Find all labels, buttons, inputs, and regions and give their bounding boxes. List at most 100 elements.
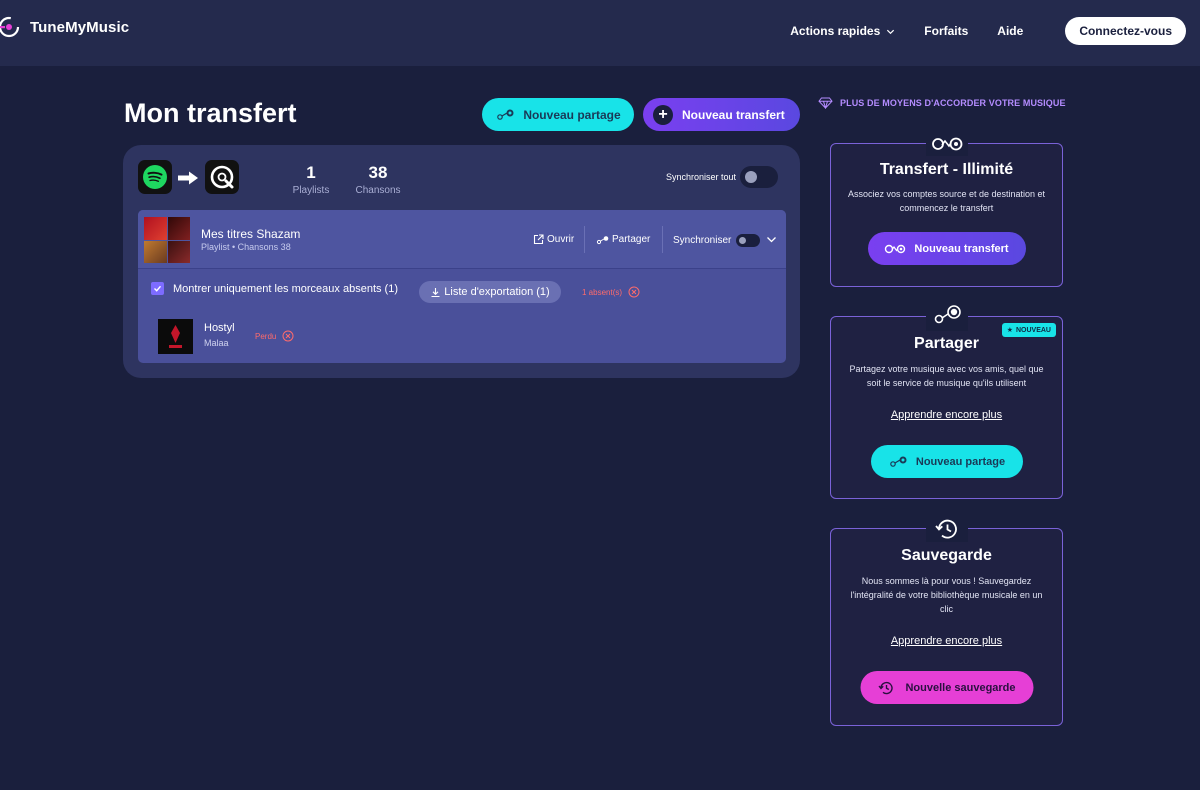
external-link-icon: [533, 234, 544, 245]
close-circle-icon[interactable]: [628, 286, 640, 298]
filter-checkbox[interactable]: [151, 282, 164, 295]
cover-tile: [144, 240, 167, 263]
playlist-cover: [144, 217, 190, 263]
new-share-button[interactable]: Nouveau partage: [482, 98, 634, 131]
track-status: Perdu: [255, 330, 294, 342]
history-icon: [934, 519, 957, 539]
card-description: Partagez votre musique avec vos amis, qu…: [849, 364, 1044, 388]
filter-label: Montrer uniquement les morceaux absents …: [173, 282, 398, 295]
star-icon: ★: [1006, 327, 1013, 334]
spotify-icon: [143, 165, 167, 189]
backup-card: Sauvegarde Nous sommes là pour vous ! Sa…: [830, 516, 1063, 726]
card-title: Sauvegarde: [901, 547, 992, 564]
missing-label: 1 absent(s): [582, 287, 623, 297]
cover-tile: [144, 217, 167, 240]
cover-tile: [167, 240, 190, 263]
sync-all: Synchroniser tout: [666, 166, 779, 188]
more-ways-link[interactable]: PLUS DE MOYENS D'ACCORDER VOTRE MUSIQUE: [818, 97, 1066, 109]
tunemymusic-logo-icon: [0, 16, 20, 38]
share-link-icon: [890, 456, 907, 467]
playlist-sync-toggle[interactable]: [736, 234, 761, 247]
spotify-service: [138, 160, 172, 194]
divider: [662, 226, 663, 253]
songs-label: Chansons: [355, 185, 401, 196]
new-badge-label: NOUVEAU: [1015, 326, 1051, 334]
nav-quick-actions-label: Actions rapides: [790, 24, 881, 38]
export-list-label: Liste d'exportation (1): [444, 286, 550, 298]
export-list-button[interactable]: Liste d'exportation (1): [419, 281, 561, 303]
toggle-knob: [739, 237, 747, 244]
brand-name: TuneMyMusic: [30, 18, 130, 36]
diamond-icon: [818, 97, 833, 109]
playlist-share-label: Partager: [612, 234, 651, 245]
nav-quick-actions[interactable]: Actions rapides: [790, 24, 895, 38]
new-transfer-button[interactable]: + Nouveau transfert: [643, 98, 800, 131]
card-new-backup-label: Nouvelle sauvegarde: [905, 681, 1016, 694]
card-new-transfer-label: Nouveau transfert: [914, 242, 1009, 255]
card-title: Transfert - Illimité: [879, 161, 1014, 178]
playlist-name: Mes titres Shazam: [201, 227, 301, 241]
card-icon-wrap: [925, 132, 968, 156]
playlists-stat: 1 Playlists: [286, 163, 336, 196]
missing-count: 1 absent(s): [582, 286, 640, 298]
sync-all-toggle[interactable]: [740, 166, 779, 188]
card-description: Nous sommes là pour vous ! Sauvegardez l…: [850, 576, 1043, 614]
playlist-sync-label: Synchroniser: [673, 235, 732, 246]
history-icon: [878, 681, 893, 694]
check-icon: [154, 285, 162, 292]
transfer-unlimited-card: Transfert - Illimité Associez vos compte…: [830, 132, 1063, 287]
share-link-icon: [934, 305, 961, 324]
sync-all-label: Synchroniser tout: [666, 172, 737, 182]
top-navigation: TuneMyMusic Actions rapides Forfaits Aid…: [0, 0, 1200, 66]
card-icon-wrap: [925, 516, 968, 542]
divider: [584, 226, 585, 253]
learn-more-link[interactable]: Apprendre encore plus: [831, 409, 1062, 421]
track-title: Hostyl: [204, 322, 235, 334]
nav-links: Actions rapides Forfaits Aide Connectez-…: [790, 17, 1186, 45]
playlist-meta: Playlist • Chansons 38: [201, 242, 291, 252]
card-new-share-button[interactable]: Nouveau partage: [870, 445, 1023, 478]
learn-more-link[interactable]: Apprendre encore plus: [831, 635, 1062, 647]
track-cover: [158, 319, 193, 354]
nav-help[interactable]: Aide: [997, 24, 1023, 38]
share-card: ★ NOUVEAU Partager Partagez votre musiqu…: [830, 303, 1063, 499]
playlist-item: Mes titres Shazam Playlist • Chansons 38…: [138, 210, 786, 363]
card-new-backup-button[interactable]: Nouvelle sauvegarde: [860, 671, 1033, 704]
close-circle-icon[interactable]: [282, 330, 294, 342]
toggle-knob: [745, 171, 758, 183]
cover-tile: [167, 217, 190, 240]
new-share-label: Nouveau partage: [523, 107, 621, 122]
qobuz-service: [205, 160, 239, 194]
chevron-down-icon: [887, 29, 895, 34]
new-badge: ★ NOUVEAU: [1001, 323, 1056, 337]
open-label: Ouvrir: [547, 234, 575, 245]
link-icon: [931, 137, 962, 151]
arrow-right-icon: [178, 171, 198, 185]
download-icon: [431, 287, 440, 297]
brand[interactable]: TuneMyMusic: [0, 14, 129, 40]
open-button[interactable]: Ouvrir: [533, 234, 574, 245]
transfer-panel: 1 Playlists 38 Chansons Synchroniser tou…: [123, 145, 800, 378]
link-icon: [885, 244, 906, 253]
card-new-transfer-button[interactable]: Nouveau transfert: [867, 232, 1026, 265]
share-link-icon: [596, 235, 609, 244]
card-description: Associez vos comptes source et de destin…: [847, 189, 1046, 213]
playlists-count: 1: [306, 163, 316, 182]
nav-plans[interactable]: Forfaits: [924, 24, 968, 38]
more-ways-label: PLUS DE MOYENS D'ACCORDER VOTRE MUSIQUE: [840, 98, 1066, 108]
qobuz-icon: [210, 165, 234, 189]
track-artist: Malaa: [204, 338, 229, 348]
card-title: Partager: [914, 335, 979, 352]
missing-filter[interactable]: Montrer uniquement les morceaux absents …: [151, 282, 398, 295]
songs-stat: 38 Chansons: [352, 163, 404, 196]
playlist-share-button[interactable]: Partager: [596, 234, 650, 245]
playlist-sync: Synchroniser: [673, 234, 761, 247]
playlist-header: Mes titres Shazam Playlist • Chansons 38…: [138, 210, 786, 269]
share-link-icon: [497, 109, 514, 120]
chevron-down-icon[interactable]: [766, 235, 777, 244]
track-status-label: Perdu: [255, 331, 277, 341]
new-transfer-label: Nouveau transfert: [682, 107, 785, 122]
plus-icon: +: [653, 104, 673, 125]
login-button[interactable]: Connectez-vous: [1065, 17, 1186, 45]
page-title: Mon transfert: [124, 98, 297, 128]
